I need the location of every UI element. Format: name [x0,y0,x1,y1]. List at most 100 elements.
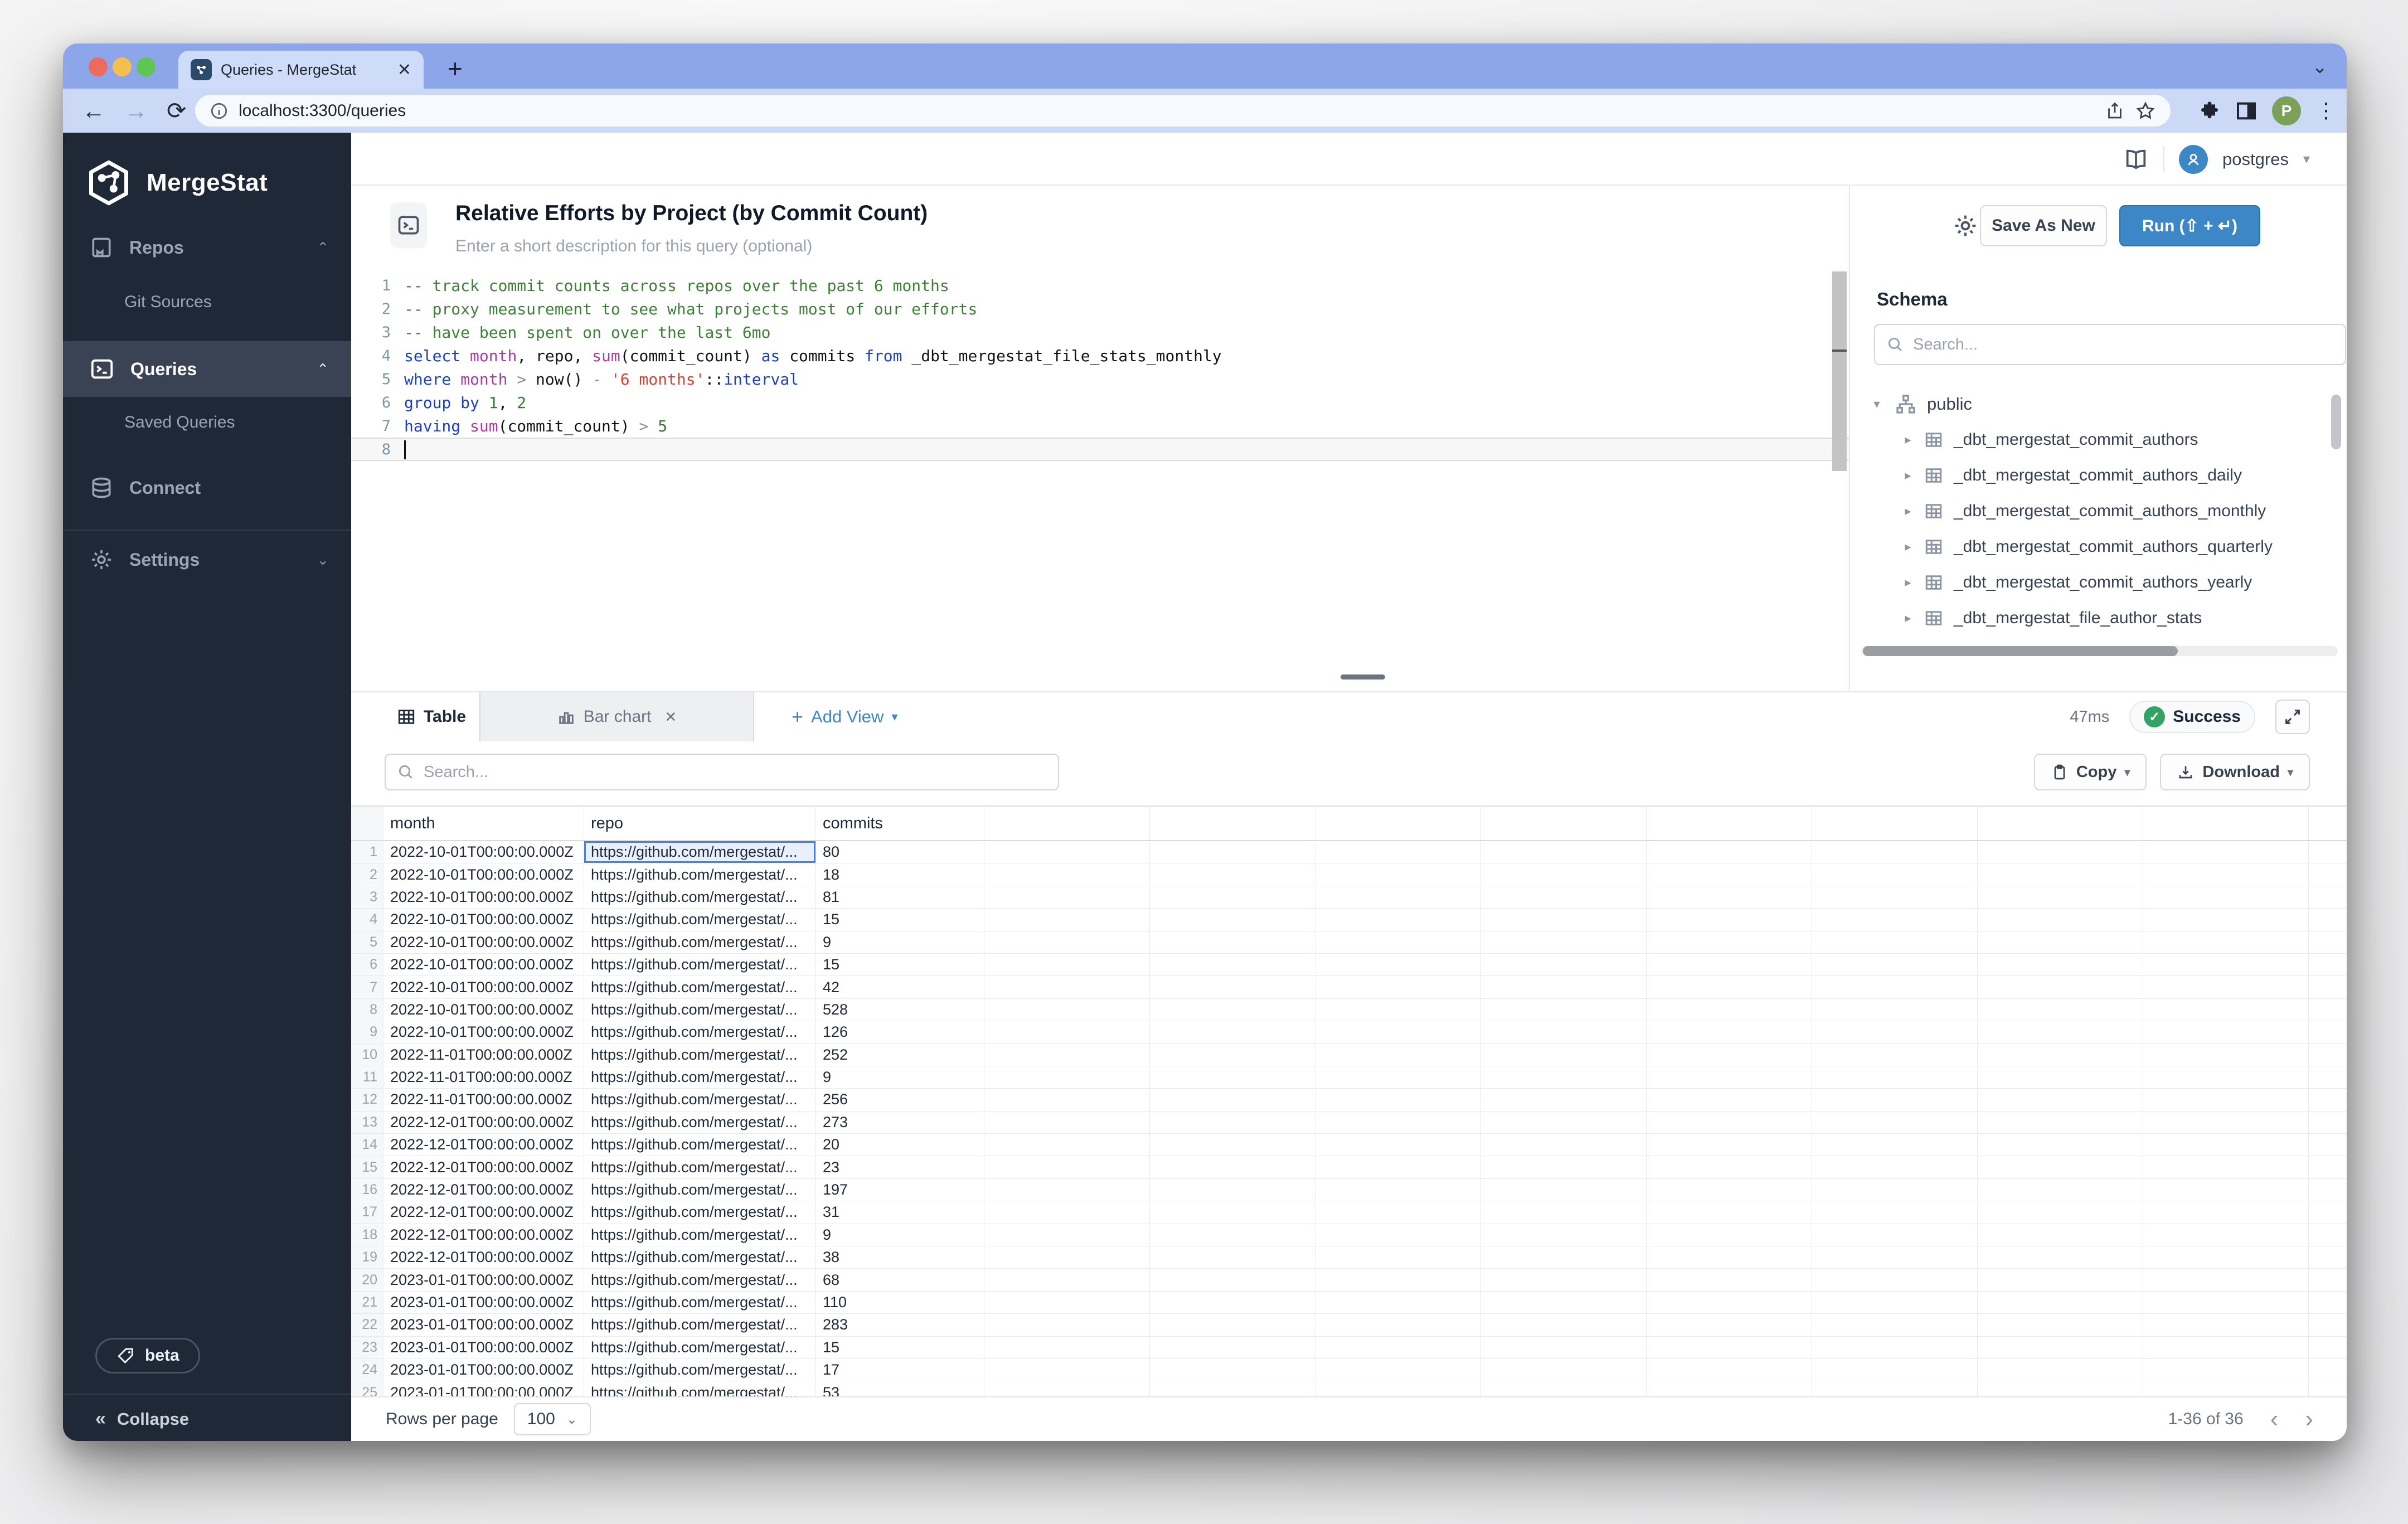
cell-repo[interactable]: https://github.com/mergestat/... [584,1089,816,1110]
empty-cell[interactable] [984,931,1150,953]
cell-repo[interactable]: https://github.com/mergestat/... [584,1269,816,1290]
empty-cell[interactable] [1812,999,1978,1021]
cell-repo[interactable]: https://github.com/mergestat/... [584,931,816,953]
cell-month[interactable]: 2022-12-01T00:00:00.000Z [383,1179,584,1201]
empty-cell[interactable] [1315,1201,1481,1223]
cell-commits[interactable]: 110 [816,1292,984,1313]
empty-cell[interactable] [1978,1201,2143,1223]
empty-cell[interactable] [1812,1224,1978,1246]
schema-table-name[interactable]: _dbt_mergestat_commit_authors_daily [1954,466,2242,485]
empty-cell[interactable] [1647,1359,1812,1381]
empty-cell[interactable] [1978,1179,2143,1201]
empty-cell[interactable] [2143,863,2309,885]
empty-cell[interactable] [2143,886,2309,908]
cell-commits[interactable]: 15 [816,954,984,975]
empty-cell[interactable] [2143,1314,2309,1336]
table-caret-icon[interactable]: ▸ [1898,504,1918,518]
cell-month[interactable]: 2023-01-01T00:00:00.000Z [383,1359,584,1381]
empty-cell[interactable] [1315,863,1481,885]
empty-cell[interactable] [1481,976,1647,998]
cell-commits[interactable]: 9 [816,1066,984,1088]
empty-cell[interactable] [2143,976,2309,998]
cell-repo[interactable]: https://github.com/mergestat/... [584,1224,816,1246]
cell-month[interactable]: 2022-10-01T00:00:00.000Z [383,954,584,975]
empty-cell[interactable] [1150,886,1315,908]
traffic-light-close[interactable] [89,57,108,76]
schema-table-name[interactable]: _dbt_mergestat_commit_authors [1954,430,2198,449]
empty-cell[interactable] [1481,1246,1647,1268]
cell-repo[interactable]: https://github.com/mergestat/... [584,1359,816,1381]
empty-cell[interactable] [1315,1359,1481,1381]
cell-commits[interactable]: 9 [816,931,984,953]
cell-repo[interactable]: https://github.com/mergestat/... [584,1021,816,1043]
empty-cell[interactable] [1647,1134,1812,1156]
side-panel-icon[interactable] [2235,100,2258,122]
schema-horizontal-scrollbar[interactable] [1861,646,2338,656]
schema-root-row[interactable]: ▾ public [1850,386,2347,422]
empty-cell[interactable] [984,1044,1150,1066]
sql-editor[interactable]: 1-- track commit counts across repos ove… [351,269,1849,691]
empty-cell[interactable] [1812,1337,1978,1358]
empty-cell[interactable] [1647,863,1812,885]
cell-commits[interactable]: 42 [816,976,984,998]
rows-per-page-select[interactable]: 100 ⌄ [514,1403,591,1435]
empty-cell[interactable] [1812,1381,1978,1396]
empty-cell[interactable] [1812,1201,1978,1223]
cell-commits[interactable]: 17 [816,1359,984,1381]
cell-commits[interactable]: 528 [816,999,984,1021]
reload-icon[interactable]: ⟳ [167,97,186,124]
empty-cell[interactable] [1812,1044,1978,1066]
cell-month[interactable]: 2022-12-01T00:00:00.000Z [383,1224,584,1246]
sidebar-item-queries[interactable]: Queries ⌃ [63,341,351,397]
sidebar-item-saved-queries[interactable]: Saved Queries [124,413,235,432]
sql-line[interactable]: 7having sum(commit_count) > 5 [351,414,1849,438]
empty-cell[interactable] [1812,976,1978,998]
sql-code[interactable]: -- have been spent on over the last 6mo [404,323,770,342]
empty-cell[interactable] [1315,886,1481,908]
cell-month[interactable]: 2022-10-01T00:00:00.000Z [383,999,584,1021]
cell-month[interactable]: 2022-12-01T00:00:00.000Z [383,1112,584,1133]
empty-cell[interactable] [984,1156,1150,1178]
schema-table-row[interactable]: ▸_dbt_mergestat_commit_authors [1850,422,2347,458]
empty-cell[interactable] [984,1381,1150,1396]
tab-overview-chevron-icon[interactable]: ⌄ [2312,56,2328,78]
brand[interactable]: MergeStat [85,159,268,206]
empty-cell[interactable] [1812,954,1978,975]
empty-cell[interactable] [1978,1381,2143,1396]
empty-cell[interactable] [1647,1201,1812,1223]
empty-cell[interactable] [1647,954,1812,975]
cell-month[interactable]: 2022-10-01T00:00:00.000Z [383,841,584,863]
empty-cell[interactable] [2143,954,2309,975]
browser-profile-avatar[interactable]: P [2272,96,2301,125]
column-header-commits[interactable]: commits [816,807,984,840]
add-view-button[interactable]: + Add View ▾ [792,692,897,741]
empty-cell[interactable] [1150,1044,1315,1066]
empty-cell[interactable] [2143,1381,2309,1396]
sql-code[interactable]: having sum(commit_count) > 5 [404,417,667,435]
empty-cell[interactable] [1978,1246,2143,1268]
empty-cell[interactable] [984,1314,1150,1336]
empty-cell[interactable] [2143,999,2309,1021]
empty-cell[interactable] [1315,841,1481,863]
empty-cell[interactable] [1812,1359,1978,1381]
empty-cell[interactable] [984,1134,1150,1156]
empty-cell[interactable] [1647,1292,1812,1313]
empty-cell[interactable] [1481,1066,1647,1088]
empty-cell[interactable] [1150,909,1315,930]
empty-cell[interactable] [984,954,1150,975]
sql-line[interactable]: 8 [351,438,1849,461]
extensions-puzzle-icon[interactable] [2198,100,2221,122]
cell-commits[interactable]: 53 [816,1381,984,1396]
empty-cell[interactable] [1812,1021,1978,1043]
panel-resize-handle[interactable] [1341,674,1385,680]
empty-cell[interactable] [2143,1066,2309,1088]
empty-cell[interactable] [1647,1179,1812,1201]
empty-cell[interactable] [1315,1134,1481,1156]
column-header-repo[interactable]: repo [584,807,816,840]
expand-results-button[interactable] [2275,700,2310,734]
schema-table-row[interactable]: ▸_dbt_mergestat_commit_authors_yearly [1850,565,2347,600]
empty-cell[interactable] [2143,1224,2309,1246]
empty-cell[interactable] [2143,1246,2309,1268]
schema-root-label[interactable]: public [1927,394,1972,414]
empty-cell[interactable] [1315,1314,1481,1336]
